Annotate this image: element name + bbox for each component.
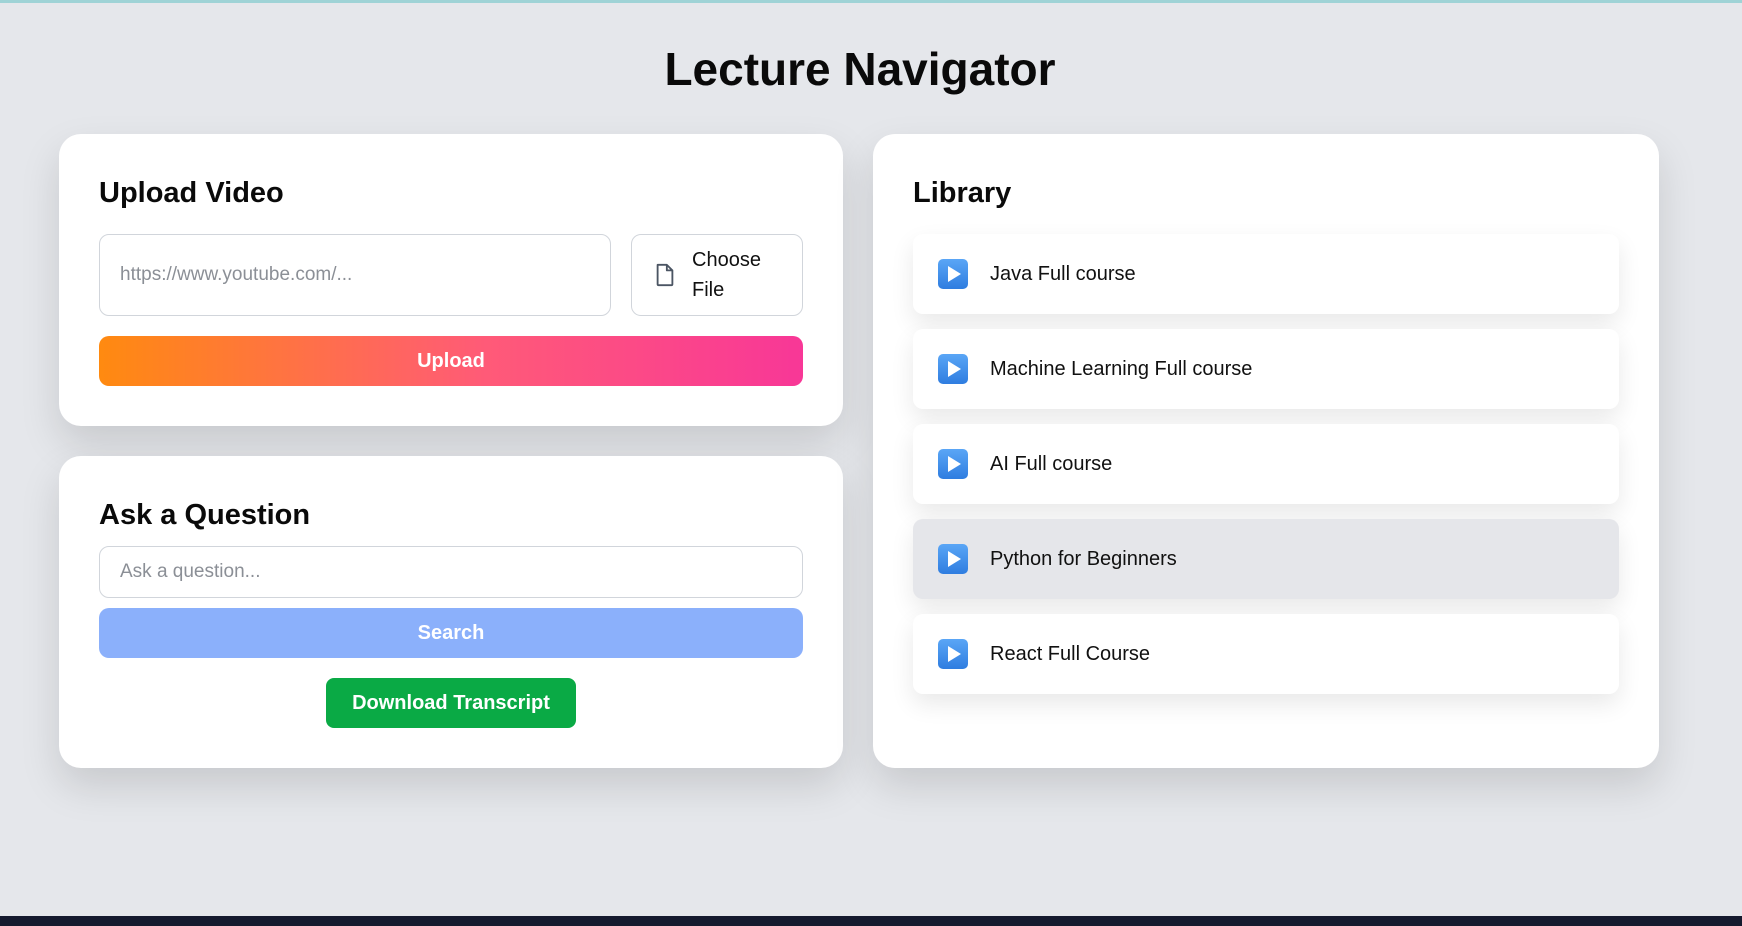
download-transcript-button[interactable]: Download Transcript — [326, 678, 576, 728]
library-item[interactable]: Machine Learning Full course — [913, 329, 1619, 409]
choose-file-button[interactable]: Choose File — [631, 234, 803, 316]
play-button-icon — [938, 354, 968, 384]
play-button-icon — [938, 449, 968, 479]
library-item[interactable]: AI Full course — [913, 424, 1619, 504]
upload-video-card: Upload Video Choose File Upload — [59, 134, 843, 426]
library-title: Library — [913, 177, 1012, 209]
library-item-label: AI Full course — [990, 452, 1113, 475]
question-card-title: Ask a Question — [99, 499, 311, 531]
library-item-label: React Full Course — [990, 642, 1151, 665]
library-item[interactable]: Python for Beginners — [913, 519, 1619, 599]
window-top-border — [0, 0, 1742, 3]
ask-question-card: Ask a Question Search Download Transcrip… — [59, 456, 843, 768]
library-item[interactable]: React Full Course — [913, 614, 1619, 694]
play-button-icon — [938, 259, 968, 289]
library-item[interactable]: Java Full course — [913, 234, 1619, 314]
question-input[interactable] — [99, 546, 803, 598]
choose-file-label: Choose File — [692, 249, 761, 301]
page-title: Lecture Navigator — [664, 43, 1056, 95]
os-taskbar — [0, 916, 1742, 926]
library-item-label: Java Full course — [990, 262, 1136, 285]
library-list: Java Full course Machine Learning Full c… — [913, 234, 1619, 709]
library-item-label: Machine Learning Full course — [990, 357, 1253, 380]
video-url-input[interactable] — [99, 234, 611, 316]
upload-button[interactable]: Upload — [99, 336, 803, 386]
library-item-label: Python for Beginners — [990, 547, 1177, 570]
file-icon — [656, 263, 674, 287]
library-card: Library Java Full course Machine Learnin… — [873, 134, 1659, 768]
play-button-icon — [938, 639, 968, 669]
search-button[interactable]: Search — [99, 608, 803, 658]
play-button-icon — [938, 544, 968, 574]
upload-card-title: Upload Video — [99, 177, 284, 209]
